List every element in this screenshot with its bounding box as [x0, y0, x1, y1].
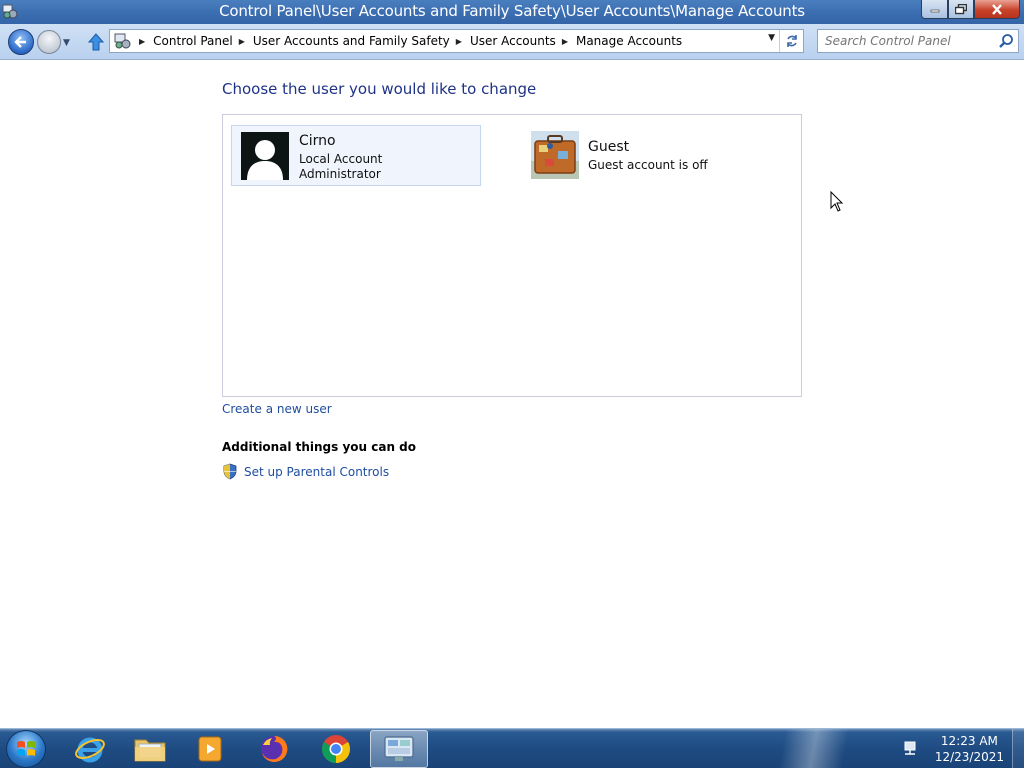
start-button[interactable] [6, 730, 46, 768]
taskbar-media-player[interactable] [181, 730, 239, 768]
close-icon [992, 3, 1002, 15]
taskbar-control-panel[interactable] [370, 730, 428, 768]
taskbar-internet-explorer[interactable] [61, 730, 119, 768]
window-title: Control Panel\User Accounts and Family S… [219, 2, 805, 20]
back-arrow-icon [14, 36, 26, 48]
taskbar-firefox[interactable] [245, 730, 303, 768]
close-button[interactable] [974, 0, 1020, 19]
up-arrow-icon[interactable] [87, 32, 105, 52]
control-panel-icon [384, 736, 414, 761]
clock-time: 12:23 AM [940, 734, 998, 748]
account-name: Guest [588, 139, 630, 155]
taskbar: 12:23 AM 12/23/2021 [0, 728, 1024, 768]
navigation-bar: ▼ ▶ Control Panel ▶ User Accounts and Fam… [0, 24, 1024, 60]
recent-pages-chevron-down-icon[interactable]: ▼ [63, 38, 70, 48]
page-title: Choose the user you would like to change [222, 80, 537, 98]
system-tray: 12:23 AM 12/23/2021 [904, 729, 1024, 768]
back-button[interactable] [8, 29, 34, 55]
windows-logo-icon [17, 741, 35, 756]
restore-button[interactable] [948, 0, 974, 19]
refresh-button[interactable] [779, 30, 803, 52]
address-bar[interactable]: ▶ Control Panel ▶ User Accounts and Famil… [109, 29, 804, 53]
account-type: Local Account [299, 152, 383, 166]
minimize-icon [930, 9, 939, 13]
user-avatar-icon [241, 132, 289, 180]
restore-icon [955, 3, 967, 14]
show-desktop-button[interactable] [1012, 729, 1024, 768]
account-tile-cirno[interactable]: Cirno Local Account Administrator [231, 125, 481, 186]
minimize-button[interactable] [921, 0, 948, 19]
breadcrumb-control-panel[interactable]: Control Panel ▶ [153, 34, 253, 48]
search-icon[interactable] [998, 33, 1014, 49]
media-player-icon [198, 736, 222, 762]
breadcrumb-user-accounts-family-safety[interactable]: User Accounts and Family Safety ▶ [253, 34, 470, 48]
firefox-icon [261, 735, 288, 762]
search-box[interactable] [817, 29, 1019, 53]
folder-icon [134, 739, 166, 762]
suitcase-avatar-icon [531, 131, 579, 179]
additional-tasks-heading: Additional things you can do [222, 440, 417, 454]
account-tile-guest[interactable]: Guest Guest account is off [521, 125, 771, 186]
create-new-user-link[interactable]: Create a new user [222, 402, 332, 416]
taskbar-chrome[interactable] [307, 730, 365, 768]
control-panel-icon [114, 33, 131, 49]
parental-controls-task[interactable]: Set up Parental Controls [222, 463, 389, 480]
taskbar-windows-explorer[interactable] [121, 730, 179, 768]
user-accounts-list: Cirno Local Account Administrator Guest … [222, 114, 802, 397]
search-input[interactable] [818, 30, 994, 52]
account-name: Cirno [299, 133, 336, 149]
refresh-icon [786, 35, 797, 47]
network-icon[interactable] [902, 740, 920, 758]
set-up-parental-controls-link[interactable]: Set up Parental Controls [244, 465, 389, 479]
forward-button[interactable] [37, 30, 61, 54]
chrome-icon [322, 735, 350, 763]
uac-shield-icon [223, 463, 237, 480]
internet-explorer-icon [75, 737, 105, 763]
account-role: Administrator [299, 167, 381, 181]
breadcrumb-user-accounts[interactable]: User Accounts ▶ [470, 34, 576, 48]
title-bar[interactable]: Control Panel\User Accounts and Family S… [0, 0, 1024, 24]
account-status: Guest account is off [588, 158, 708, 172]
address-history-chevron-down-icon[interactable]: ▼ [768, 33, 775, 43]
breadcrumb-manage-accounts[interactable]: Manage Accounts [576, 34, 682, 48]
clock[interactable]: 12:23 AM 12/23/2021 [935, 733, 1004, 765]
mouse-cursor-icon [830, 191, 844, 212]
clock-date: 12/23/2021 [934, 750, 1004, 764]
